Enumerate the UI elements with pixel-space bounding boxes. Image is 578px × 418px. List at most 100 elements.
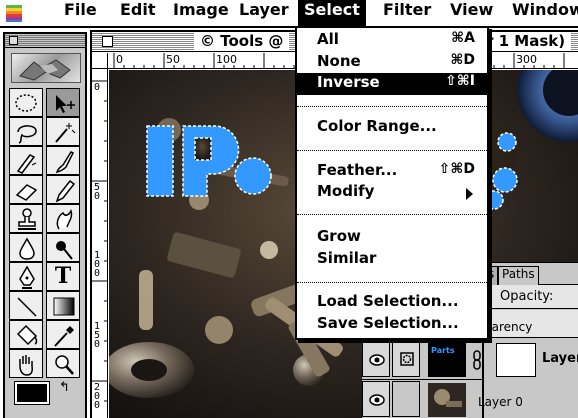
- ruler-label: 0: [94, 339, 101, 350]
- marquee-tool[interactable]: [9, 88, 43, 117]
- pen-icon: [19, 265, 35, 289]
- lasso-icon: [17, 125, 37, 144]
- mask-icon: [400, 352, 414, 366]
- menu-item-feather[interactable]: Feather... ⇧⌘D: [297, 161, 487, 183]
- swap-colors-icon[interactable]: ↰: [59, 380, 70, 395]
- menu-item-none[interactable]: None ⌘D: [297, 52, 487, 74]
- eyedropper-icon: [54, 326, 74, 347]
- type-tool[interactable]: T: [46, 262, 80, 291]
- layers-list: Parts: [362, 339, 482, 418]
- link-icon[interactable]: [472, 349, 482, 371]
- menu-item-grow[interactable]: Grow: [297, 227, 487, 249]
- layer-thumbnail[interactable]: Parts: [428, 343, 466, 377]
- shortcut-label: ⇧⌘I: [445, 73, 475, 89]
- zoom-icon: [55, 355, 74, 375]
- gradient-tool[interactable]: [46, 291, 80, 320]
- layer-mask-toggle[interactable]: [392, 381, 420, 417]
- toolbox-title-bar[interactable]: [5, 34, 85, 48]
- menu-window[interactable]: Window: [506, 0, 578, 28]
- eye-toggle[interactable]: [362, 341, 390, 377]
- menu-separator: [297, 106, 487, 107]
- magic-wand-tool[interactable]: [46, 117, 80, 146]
- paintbrush-tool[interactable]: [46, 146, 80, 175]
- eyedropper-tool[interactable]: [46, 320, 80, 349]
- menu-separator: [297, 150, 487, 151]
- close-box-icon[interactable]: [9, 36, 18, 45]
- paint-bucket-icon: [16, 324, 38, 346]
- hand-tool[interactable]: [9, 349, 43, 378]
- eye-icon: [369, 354, 385, 366]
- airbrush-icon: [16, 154, 37, 174]
- blur-tool[interactable]: [9, 233, 43, 262]
- line-icon: [17, 297, 37, 317]
- paint-bucket-tool[interactable]: [9, 320, 43, 349]
- gradient-icon: [53, 297, 75, 316]
- dodge-tool[interactable]: [46, 233, 80, 262]
- menu-filter[interactable]: Filter: [377, 0, 437, 28]
- layer-mask-thumbnail[interactable]: [496, 343, 536, 377]
- dodge-icon: [56, 241, 73, 260]
- ruler-label: 0: [94, 400, 101, 411]
- preserve-transparency-label: parency: [484, 320, 533, 334]
- ruler-label: 100: [216, 53, 237, 66]
- menu-image[interactable]: Image: [167, 0, 235, 28]
- close-box-icon[interactable]: [102, 36, 113, 47]
- apple-menu-icon[interactable]: [6, 5, 22, 22]
- ruler-label: 0: [116, 53, 123, 66]
- shortcut-label: ⌘A: [451, 30, 475, 46]
- layer-thumbnail[interactable]: [428, 383, 466, 417]
- ruler-label: 0: [94, 268, 101, 279]
- marquee-icon: [15, 94, 37, 112]
- paintbrush-icon: [55, 151, 75, 174]
- menu-select[interactable]: Select: [298, 0, 366, 28]
- menu-separator: [297, 214, 487, 215]
- palette-tabs: s Paths: [484, 263, 578, 285]
- menu-bar: File Edit Image Layer Select Filter View…: [0, 0, 578, 28]
- smudge-tool[interactable]: [46, 204, 80, 233]
- preserve-transparency-row[interactable]: parency: [484, 310, 578, 338]
- menu-item-all[interactable]: All ⌘A: [297, 30, 487, 52]
- layer-mask-toggle[interactable]: [392, 341, 420, 377]
- eye-toggle[interactable]: [362, 381, 390, 417]
- shortcut-label: ⇧⌘D: [438, 161, 475, 177]
- menu-edit[interactable]: Edit: [114, 0, 162, 28]
- hand-icon: [19, 355, 33, 376]
- photoshop-logo: [11, 53, 81, 83]
- line-tool[interactable]: [9, 291, 43, 320]
- pencil-tool[interactable]: [46, 175, 80, 204]
- menu-layer[interactable]: Layer: [233, 0, 295, 28]
- ruler-label: 0: [94, 82, 101, 93]
- tab-paths[interactable]: Paths: [498, 266, 539, 285]
- type-icon: T: [54, 263, 72, 289]
- layer-name[interactable]: Layer: [542, 351, 578, 366]
- shortcut-label: ⌘D: [450, 52, 475, 68]
- ruler-label: 50: [166, 53, 180, 66]
- menu-file[interactable]: File: [58, 0, 103, 28]
- zoom-tool[interactable]: [46, 349, 80, 378]
- menu-item-color-range[interactable]: Color Range...: [297, 117, 487, 139]
- rubber-stamp-tool[interactable]: [9, 204, 43, 233]
- ruler-origin[interactable]: [92, 53, 108, 69]
- eraser-icon: [15, 184, 38, 201]
- layer-thumbnail-label: Parts: [431, 346, 455, 355]
- menu-item-modify[interactable]: Modify: [297, 182, 487, 204]
- move-tool[interactable]: [46, 88, 80, 117]
- menu-view[interactable]: View: [444, 0, 499, 28]
- lasso-tool[interactable]: [9, 117, 43, 146]
- foreground-color-swatch[interactable]: [14, 381, 50, 405]
- menu-item-load-selection[interactable]: Load Selection...: [297, 292, 487, 314]
- menu-item-similar[interactable]: Similar: [297, 249, 487, 271]
- ruler-label: 0: [94, 191, 101, 202]
- toolbox: T ↰: [3, 32, 87, 418]
- layer-name[interactable]: Layer 0: [478, 395, 523, 409]
- document-title: © Tools @: [194, 32, 290, 51]
- submenu-arrow-icon: [466, 188, 473, 200]
- pen-tool[interactable]: [9, 262, 43, 291]
- eraser-tool[interactable]: [9, 175, 43, 204]
- document-title-tail: r 1 Mask): [480, 32, 572, 51]
- rubber-stamp-icon: [18, 208, 36, 230]
- vertical-ruler[interactable]: 0 5 0 1 0 0 1 5 0 2 0 0: [92, 69, 108, 418]
- menu-item-inverse[interactable]: Inverse ⇧⌘I: [297, 73, 487, 95]
- menu-item-save-selection[interactable]: Save Selection...: [297, 314, 487, 336]
- airbrush-tool[interactable]: [9, 146, 43, 175]
